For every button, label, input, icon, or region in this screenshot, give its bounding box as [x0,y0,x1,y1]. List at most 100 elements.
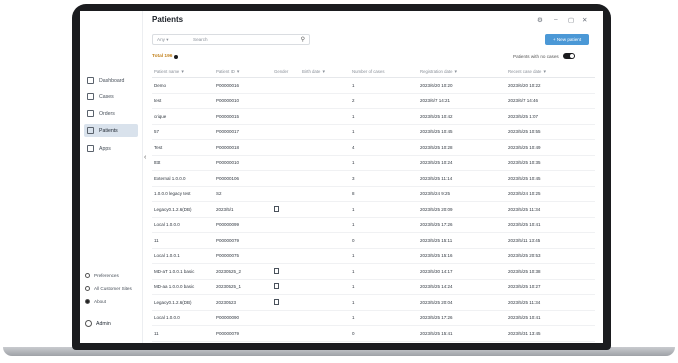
total-count: Total 196 [152,54,179,59]
table-cell [300,124,350,140]
table-cell: P00000079 [214,232,272,249]
table-row[interactable]: Legacy0.1.2.6(DB) 2023/5/1 1 2023/5/25 20:0… [152,201,595,218]
cases-icon [87,93,94,100]
table-cell: 2023/5/30 14:17 [418,263,506,280]
table-cell [272,93,300,109]
table-row[interactable]: 57 P00000017 1 2023/5/25 10:45 2023/5/25 10:… [152,124,595,140]
sidebar-item-apps[interactable]: Apps [84,142,138,155]
customer-sites-link[interactable]: All Customer Sites [85,286,132,291]
minimize-icon[interactable]: – [554,16,558,23]
app-window: Dashboard Cases Orders Patients Apps Pre… [80,11,603,343]
table-cell [272,201,300,218]
preferences-link[interactable]: Preferences [85,273,119,278]
filter-select[interactable]: Any ▾ [153,37,193,43]
table-row[interactable]: MD-aa 1.0.0.0 basic 20230525_1 1 2023/5/25 … [152,279,595,295]
table-cell [300,186,350,202]
table-row[interactable]: test P00000010 2 2023/6/7 14:21 2023/6/7 14:… [152,93,595,109]
table-cell: 2023/5/11 13:45 [506,232,595,249]
table-cell [272,170,300,187]
table-cell: 2023/5/25 10:45 [506,170,595,187]
table-row[interactable]: Legacy0.1.2.6(DB) 20230523 1 2023/5/25 20:0… [152,294,595,311]
no-cases-toggle[interactable] [562,53,575,59]
collapse-sidebar-icon[interactable]: ‹ [144,154,146,161]
patients-icon [87,127,94,134]
table-row[interactable]: External 1.0.0.0 P00000106 3 2023/5/25 11:1… [152,170,595,187]
sidebar-item-cases[interactable]: Cases [84,90,138,103]
table-cell [272,232,300,249]
table-cell: 2 [350,93,418,109]
column-header[interactable]: Patient ID ▼ [214,65,272,78]
settings-icon[interactable]: ⚙ [537,16,543,24]
table-cell: 2023/5/25 10:55 [506,124,595,140]
table-cell [272,77,300,94]
table-cell: 20230523 [214,294,272,311]
table-cell [300,201,350,218]
table-cell: P00000010 [214,155,272,171]
table-row[interactable]: 11 P00000079 0 2023/5/25 15:11 2023/5/11 13:… [152,232,595,249]
table-cell: 2023/5/25 10:45 [418,124,506,140]
table-row[interactable]: Local 1.0.0.1P00000076 12023/5/25 15:1820… [152,341,595,343]
sidebar-item-dashboard[interactable]: Dashboard [84,74,138,87]
search-icon[interactable]: ⚲ [301,36,309,43]
table-cell: 2023/5/25 20:04 [418,294,506,311]
column-header[interactable]: Gender [272,65,300,78]
sidebar-item-label: Apps [99,145,111,152]
dashboard-icon [87,77,94,84]
table-row[interactable]: Test P00000018 4 2023/5/25 10:28 2023/5/25 1… [152,139,595,156]
table-cell: 0 [350,232,418,249]
table-cell [272,139,300,156]
table-row[interactable]: Local 1.0.0.0 P00000090 1 2023/5/25 17:26 20… [152,310,595,326]
table-row[interactable]: Local 1.0.0.1 P00000075 1 2023/5/25 15:16 20… [152,248,595,264]
table-cell: 2023/5/25 20:53 [506,341,595,343]
table-row[interactable]: MD-aT 1.0.0.1 basic 20230525_2 1 2023/5/30 … [152,263,595,280]
table-cell: 57 [152,124,214,140]
table-cell: 1 [350,248,418,264]
table-cell [272,217,300,233]
table-row[interactable]: 1.0.0.0 legacy test S2 8 2023/5/24 9:25 2023… [152,186,595,202]
table-cell: 2023/5/25 15:18 [418,341,506,343]
customer-sites-label: All Customer Sites [94,286,132,291]
table-cell: 2023/5/24 10:25 [506,186,595,202]
table-row[interactable]: Local 1.0.0.0 P00000099 1 2023/5/25 17:26 20… [152,217,595,233]
column-header[interactable]: Number of cases [350,65,418,78]
table-cell: 1 [350,124,418,140]
search-input[interactable]: Search [193,37,301,42]
table-row[interactable]: crique P00000015 1 2023/5/25 10:42 2023/5/25… [152,108,595,125]
admin-user[interactable]: Admin [85,320,111,327]
table-row[interactable]: Demo P00000016 1 2023/6/20 10:20 2023/6/20 1… [152,77,595,94]
table-cell: 2023/5/25 10:41 [506,310,595,326]
table-cell: 2023/5/25 17:26 [418,217,506,233]
sidebar-item-patients[interactable]: Patients [84,124,138,137]
table-cell: 8 [350,186,418,202]
table-cell: ttttt [152,155,214,171]
sidebar-item-label: Cases [99,93,114,100]
table-row[interactable]: 11 P00000079 0 2023/5/25 15:41 2023/5/31 13:… [152,325,595,342]
total-label: Total 196 [152,54,173,59]
about-link[interactable]: About [85,299,106,304]
new-patient-button[interactable]: + New patient [545,34,589,45]
table-cell: 2023/5/25 10:41 [506,217,595,233]
table-cell: 2023/5/25 20:53 [506,248,595,264]
column-header[interactable]: Recent case date ▼ [506,65,595,78]
table-cell: 1.0.0.0 legacy test [152,186,214,202]
close-icon[interactable]: ✕ [582,16,587,24]
table-cell: 20230525_2 [214,263,272,280]
laptop-bezel: Dashboard Cases Orders Patients Apps Pre… [72,4,611,350]
sidebar-item-orders[interactable]: Orders [84,107,138,120]
table-row[interactable]: ttttt P00000010 1 2023/5/25 10:24 2023/5/25 … [152,155,595,171]
table-cell: MD-aT 1.0.0.1 basic [152,263,214,280]
table-cell: 3 [350,170,418,187]
table-cell: 2023/5/25 11:34 [506,294,595,311]
table-cell: crique [152,108,214,125]
column-header[interactable]: Registration date ▼ [418,65,506,78]
document-icon [274,298,279,305]
column-header[interactable]: Birth date ▼ [300,65,350,78]
table-cell: P00000010 [214,93,272,109]
document-icon [274,283,279,290]
table-cell [272,279,300,295]
column-header[interactable]: Patient name ▼ [152,65,214,78]
table-cell: P00000099 [214,217,272,233]
maximize-icon[interactable]: ▢ [568,16,574,24]
table-cell: 2023/5/25 10:49 [506,139,595,156]
table-cell: 1 [350,77,418,94]
